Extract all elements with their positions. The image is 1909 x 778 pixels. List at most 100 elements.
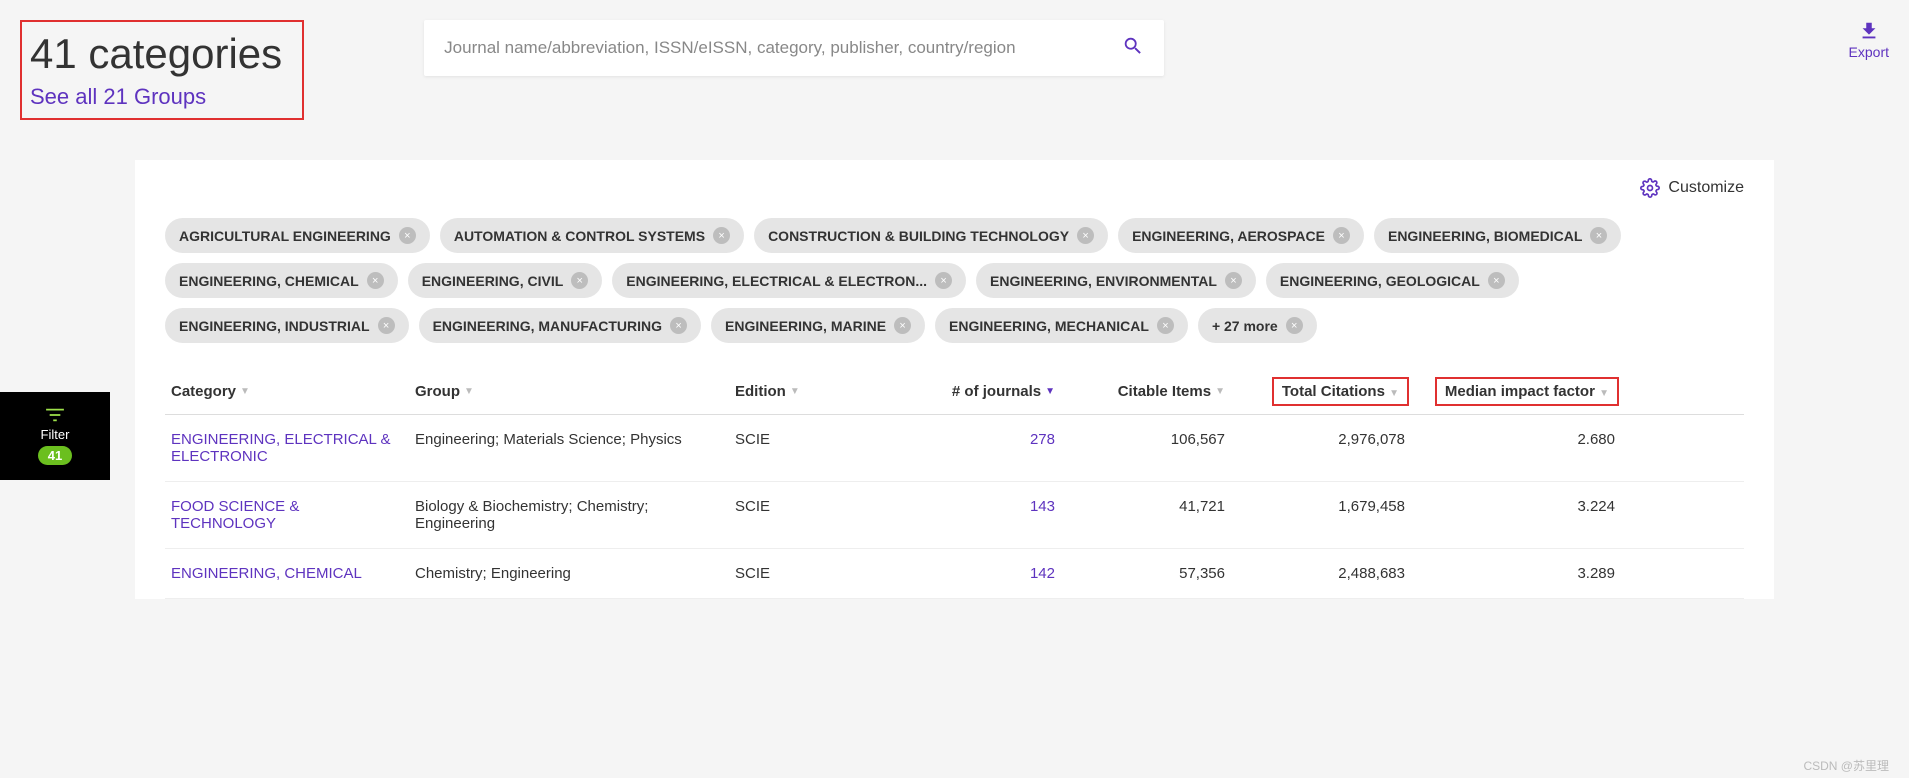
cell-citable: 41,721 — [1055, 498, 1225, 515]
col-group[interactable]: Group▼ — [415, 383, 735, 400]
col-edition[interactable]: Edition▼ — [735, 383, 895, 400]
close-icon[interactable]: × — [935, 272, 952, 289]
cell-edition: SCIE — [735, 431, 895, 448]
heading-block: 41 categories See all 21 Groups — [20, 20, 304, 120]
cell-total: 2,488,683 — [1225, 565, 1405, 582]
col-journals[interactable]: # of journals▼ — [895, 383, 1055, 400]
filter-chip[interactable]: ENGINEERING, CIVIL × — [408, 263, 603, 298]
chip-label: ENGINEERING, CHEMICAL — [179, 273, 359, 289]
watermark: CSDN @苏里理 — [1803, 757, 1889, 774]
close-icon[interactable]: × — [367, 272, 384, 289]
close-icon[interactable]: × — [1225, 272, 1242, 289]
search-icon[interactable] — [1122, 35, 1144, 62]
main-panel: Customize AGRICULTURAL ENGINEERING×AUTOM… — [135, 160, 1774, 599]
sort-icon: ▼ — [1045, 386, 1055, 397]
cell-journals[interactable]: 143 — [895, 498, 1055, 515]
chip-label: ENGINEERING, GEOLOGICAL — [1280, 273, 1480, 289]
cell-citable: 57,356 — [1055, 565, 1225, 582]
chip-label: AUTOMATION & CONTROL SYSTEMS — [454, 228, 705, 244]
table-row: FOOD SCIENCE & TECHNOLOGYBiology & Bioch… — [165, 482, 1744, 549]
cell-median: 3.289 — [1405, 565, 1615, 582]
filter-chip[interactable]: ENGINEERING, AEROSPACE × — [1118, 218, 1364, 253]
close-icon[interactable]: × — [399, 227, 416, 244]
close-icon[interactable]: × — [1590, 227, 1607, 244]
cell-edition: SCIE — [735, 565, 895, 582]
more-chips[interactable]: + 27 more× — [1198, 308, 1317, 343]
close-icon[interactable]: × — [713, 227, 730, 244]
cell-group: Chemistry; Engineering — [415, 565, 735, 582]
cell-journals[interactable]: 142 — [895, 565, 1055, 582]
col-total-citations[interactable]: Total Citations ▼ — [1225, 383, 1405, 400]
cell-citable: 106,567 — [1055, 431, 1225, 448]
chip-label: ENGINEERING, CIVIL — [422, 273, 564, 289]
gear-icon — [1640, 178, 1660, 198]
close-icon[interactable]: × — [1488, 272, 1505, 289]
cell-group: Biology & Biochemistry; Chemistry; Engin… — [415, 498, 735, 532]
filter-chip[interactable]: ENGINEERING, INDUSTRIAL × — [165, 308, 409, 343]
export-button[interactable]: Export — [1849, 20, 1889, 60]
sort-icon: ▼ — [464, 386, 474, 397]
top-bar: 41 categories See all 21 Groups Export — [0, 0, 1909, 160]
search-wrapper[interactable] — [424, 20, 1164, 76]
filter-chip[interactable]: ENGINEERING, ENVIRONMENTAL × — [976, 263, 1256, 298]
filter-tab[interactable]: Filter 41 — [0, 392, 110, 480]
filter-chip[interactable]: ENGINEERING, MARINE × — [711, 308, 925, 343]
close-icon[interactable]: × — [894, 317, 911, 334]
filter-chip[interactable]: ENGINEERING, MANUFACTURING × — [419, 308, 701, 343]
sort-icon: ▼ — [790, 386, 800, 397]
chip-label: ENGINEERING, ELECTRICAL & ELECTRON... — [626, 273, 927, 289]
chip-label: ENGINEERING, INDUSTRIAL — [179, 318, 370, 334]
close-icon[interactable]: × — [378, 317, 395, 334]
sort-icon: ▼ — [240, 386, 250, 397]
cell-total: 1,679,458 — [1225, 498, 1405, 515]
filter-icon — [44, 407, 66, 423]
see-all-groups-link[interactable]: See all 21 Groups — [30, 84, 282, 110]
filter-chips: AGRICULTURAL ENGINEERING×AUTOMATION & CO… — [165, 218, 1744, 343]
cell-edition: SCIE — [735, 498, 895, 515]
filter-label: Filter — [41, 427, 70, 442]
category-link[interactable]: FOOD SCIENCE & TECHNOLOGY — [171, 498, 415, 532]
cell-journals[interactable]: 278 — [895, 431, 1055, 448]
filter-chip[interactable]: AUTOMATION & CONTROL SYSTEMS × — [440, 218, 744, 253]
filter-chip[interactable]: ENGINEERING, MECHANICAL × — [935, 308, 1188, 343]
close-icon[interactable]: × — [670, 317, 687, 334]
filter-chip[interactable]: AGRICULTURAL ENGINEERING × — [165, 218, 430, 253]
page-title: 41 categories — [30, 30, 282, 78]
cell-total: 2,976,078 — [1225, 431, 1405, 448]
filter-chip[interactable]: ENGINEERING, CHEMICAL × — [165, 263, 398, 298]
category-link[interactable]: ENGINEERING, ELECTRICAL & ELECTRONIC — [171, 431, 415, 465]
table-row: ENGINEERING, ELECTRICAL & ELECTRONICEngi… — [165, 415, 1744, 482]
filter-chip[interactable]: ENGINEERING, BIOMEDICAL × — [1374, 218, 1621, 253]
close-icon[interactable]: × — [1333, 227, 1350, 244]
cell-median: 2.680 — [1405, 431, 1615, 448]
chip-label: ENGINEERING, AEROSPACE — [1132, 228, 1325, 244]
cell-group: Engineering; Materials Science; Physics — [415, 431, 735, 448]
chip-label: ENGINEERING, MECHANICAL — [949, 318, 1149, 334]
table-row: ENGINEERING, CHEMICALChemistry; Engineer… — [165, 549, 1744, 599]
col-category[interactable]: Category▼ — [165, 383, 415, 400]
filter-chip[interactable]: ENGINEERING, ELECTRICAL & ELECTRON... × — [612, 263, 966, 298]
cell-median: 3.224 — [1405, 498, 1615, 515]
download-icon — [1858, 20, 1880, 42]
category-link[interactable]: ENGINEERING, CHEMICAL — [171, 565, 415, 582]
chip-label: ENGINEERING, MANUFACTURING — [433, 318, 662, 334]
close-icon[interactable]: × — [571, 272, 588, 289]
chip-label: ENGINEERING, ENVIRONMENTAL — [990, 273, 1217, 289]
results-table: Category▼ Group▼ Edition▼ # of journals▼… — [165, 369, 1744, 599]
close-icon[interactable]: × — [1286, 317, 1303, 334]
col-median-impact[interactable]: Median impact factor ▼ — [1405, 383, 1615, 400]
chip-label: ENGINEERING, BIOMEDICAL — [1388, 228, 1582, 244]
filter-count-badge: 41 — [38, 446, 72, 465]
filter-chip[interactable]: CONSTRUCTION & BUILDING TECHNOLOGY× — [754, 218, 1108, 253]
filter-chip[interactable]: ENGINEERING, GEOLOGICAL × — [1266, 263, 1519, 298]
sort-icon: ▼ — [1389, 388, 1399, 399]
table-header: Category▼ Group▼ Edition▼ # of journals▼… — [165, 369, 1744, 415]
customize-button[interactable]: Customize — [165, 178, 1744, 218]
close-icon[interactable]: × — [1077, 227, 1094, 244]
export-label: Export — [1849, 44, 1889, 60]
close-icon[interactable]: × — [1157, 317, 1174, 334]
col-citable[interactable]: Citable Items▼ — [1055, 383, 1225, 400]
chip-label: ENGINEERING, MARINE — [725, 318, 886, 334]
chip-label: AGRICULTURAL ENGINEERING — [179, 228, 391, 244]
search-input[interactable] — [444, 38, 1122, 58]
